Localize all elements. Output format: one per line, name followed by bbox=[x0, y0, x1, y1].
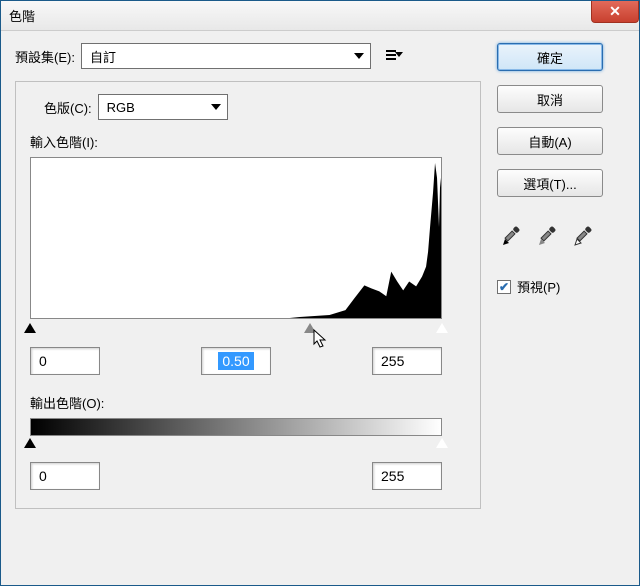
preview-checkbox[interactable]: ✔ bbox=[497, 280, 511, 294]
eyedropper-black-icon[interactable] bbox=[497, 223, 525, 251]
levels-dialog: 色階 ✕ 預設集(E): 自訂 色版(C): RGB 輸入色階( bbox=[0, 0, 640, 586]
output-slider-track[interactable] bbox=[30, 438, 442, 452]
auto-button[interactable]: 自動(A) bbox=[497, 127, 603, 155]
input-levels-label: 輸入色階(I): bbox=[30, 132, 466, 151]
preset-select[interactable]: 自訂 bbox=[81, 43, 371, 69]
output-levels-label: 輸出色階(O): bbox=[30, 393, 466, 412]
output-highlight-field[interactable]: 255 bbox=[372, 462, 442, 490]
close-button[interactable]: ✕ bbox=[591, 1, 639, 23]
input-highlight-field[interactable]: 255 bbox=[372, 347, 442, 375]
input-midtone-field[interactable]: 0.50 bbox=[201, 347, 271, 375]
input-midtone-slider[interactable] bbox=[304, 323, 316, 333]
levels-group: 色版(C): RGB 輸入色階(I): bbox=[15, 81, 481, 509]
close-icon: ✕ bbox=[609, 3, 621, 20]
eyedropper-white-icon[interactable] bbox=[569, 223, 597, 251]
cancel-button[interactable]: 取消 bbox=[497, 85, 603, 113]
histogram-plot bbox=[31, 158, 441, 318]
output-highlight-slider[interactable] bbox=[436, 438, 448, 448]
output-shadow-slider[interactable] bbox=[24, 438, 36, 448]
preset-select-value: 自訂 bbox=[90, 47, 116, 66]
output-gradient bbox=[30, 418, 442, 436]
options-button[interactable]: 選項(T)... bbox=[497, 169, 603, 197]
input-slider-track[interactable] bbox=[30, 323, 442, 337]
eyedropper-gray-icon[interactable] bbox=[533, 223, 561, 251]
preview-label: 預視(P) bbox=[517, 277, 560, 296]
channel-select[interactable]: RGB bbox=[98, 94, 228, 120]
preset-label: 預設集(E): bbox=[15, 47, 75, 66]
input-highlight-slider[interactable] bbox=[436, 323, 448, 333]
preset-menu-icon[interactable] bbox=[383, 47, 403, 65]
window-title: 色階 bbox=[9, 6, 35, 25]
input-shadow-field[interactable]: 0 bbox=[30, 347, 100, 375]
ok-button[interactable]: 確定 bbox=[497, 43, 603, 71]
titlebar: 色階 ✕ bbox=[1, 1, 639, 31]
output-shadow-field[interactable]: 0 bbox=[30, 462, 100, 490]
eyedropper-group bbox=[497, 223, 625, 251]
channel-label: 色版(C): bbox=[44, 98, 92, 117]
channel-select-value: RGB bbox=[107, 100, 135, 115]
histogram bbox=[30, 157, 442, 319]
input-shadow-slider[interactable] bbox=[24, 323, 36, 333]
